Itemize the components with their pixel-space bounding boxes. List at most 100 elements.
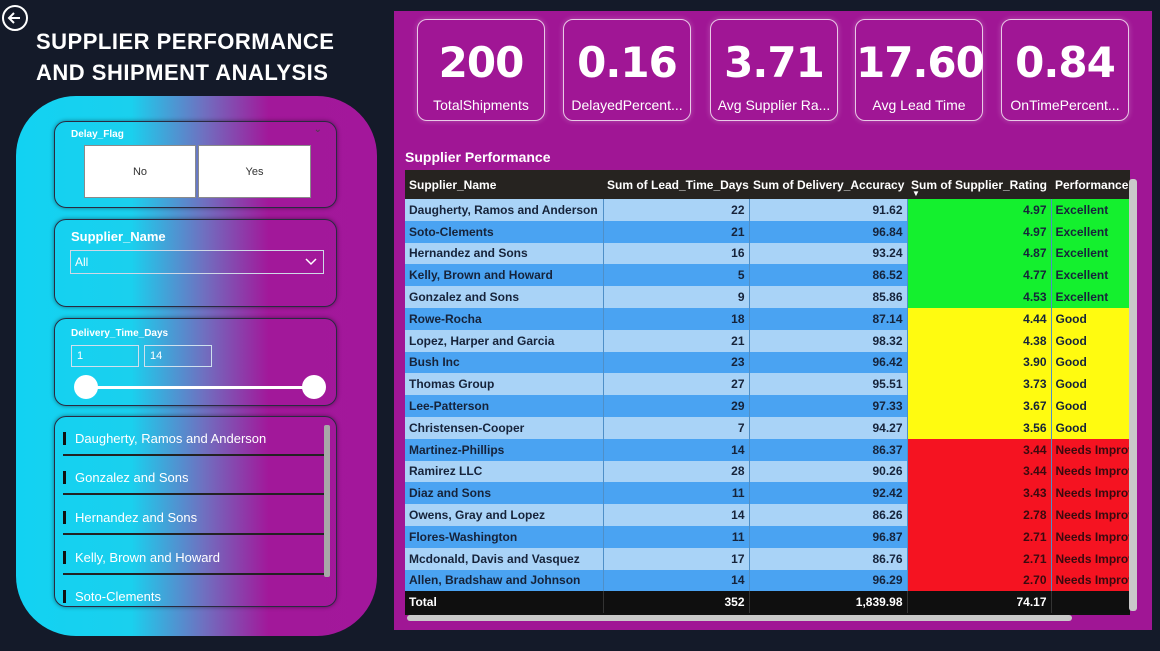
total-cell: 352 [603,591,750,614]
cell-supplier-rating: 2.71 [907,547,1052,570]
cell-supplier-rating: 2.70 [907,569,1052,592]
cell-lead-time: 14 [603,438,750,461]
cell-delivery-accuracy: 94.27 [749,416,908,439]
column-header-delivery-accuracy[interactable]: Sum of Delivery_Accuracy [749,170,907,199]
cell-lead-time: 7 [603,416,750,439]
list-item[interactable]: Hernandez and Sons [63,508,327,535]
table-row[interactable]: Kelly, Brown and Howard 5 86.52 4.77 Excelle… [405,264,1130,287]
cell-performance: Needs Improvement [1051,438,1130,461]
total-cell: 1,839.98 [749,591,908,614]
cell-delivery-accuracy: 86.26 [749,504,908,526]
cell-performance: Needs Improvement [1051,547,1130,570]
cell-performance: Excellent [1051,220,1130,243]
total-cell: Total [405,591,604,614]
cell-performance: Excellent [1051,199,1130,221]
slider-track [85,386,314,389]
cell-supplier-name: Martinez-Phillips [405,438,604,461]
cell-supplier-name: Hernandez and Sons [405,242,604,265]
cell-supplier-name: Daugherty, Ramos and Anderson [405,199,604,221]
table-row[interactable]: Soto-Clements 21 96.84 4.97 Excellent [405,220,1130,243]
cell-performance: Needs Improvement [1051,482,1130,505]
table-row[interactable]: Lee-Patterson 29 97.33 3.67 Good [405,395,1130,417]
cell-delivery-accuracy: 92.42 [749,482,908,505]
back-button[interactable] [2,5,28,31]
table-row[interactable]: Diaz and Sons1192.423.43Needs Improvemen… [405,482,1130,505]
cell-supplier-rating: 3.90 [907,351,1052,374]
kpi-label: Avg Lead Time [872,97,966,113]
delivery-time-min-input[interactable]: 1 [71,345,139,367]
cell-supplier-name: Allen, Bradshaw and Johnson [405,569,604,592]
cell-lead-time: 21 [603,220,750,243]
cell-delivery-accuracy: 91.62 [749,199,908,221]
cell-supplier-name: Thomas Group [405,373,604,396]
cell-lead-time: 27 [603,373,750,396]
kpi-value: 3.71 [724,38,825,87]
table-row[interactable]: Owens, Gray and Lopez 14 86.26 2.78 Needs Im… [405,504,1130,526]
cell-lead-time: 11 [603,525,750,548]
list-item[interactable]: Kelly, Brown and Howard [63,548,327,575]
total-cell [1051,591,1130,614]
delay-flag-no-button[interactable]: No [84,145,196,198]
table-total-row: Total 352 1,839.98 74.17 [405,591,1130,614]
slider-max-handle[interactable] [302,375,326,399]
delivery-time-max-input[interactable]: 14 [144,345,212,367]
table-row[interactable]: Ramirez LLC2890.263.44Needs Improvement [405,460,1130,483]
table-row[interactable]: Christensen-Cooper 7 94.27 3.56 Good [405,416,1130,439]
cell-lead-time: 29 [603,395,750,417]
chevron-down-icon[interactable]: ⌄ [314,124,322,135]
table-row[interactable]: Martinez-Phillips1486.373.44Needs Improv… [405,438,1130,461]
table-row[interactable]: Daugherty, Ramos and Anderson 22 91.62 4.97… [405,199,1130,221]
cell-supplier-rating: 3.44 [907,460,1052,483]
delay-flag-yes-button[interactable]: Yes [198,145,311,198]
list-item[interactable]: Soto-Clements [63,587,327,606]
table-horizontal-scrollbar[interactable] [407,615,1072,621]
table-row[interactable]: Thomas Group 27 95.51 3.73 Good [405,373,1130,396]
cell-lead-time: 11 [603,482,750,505]
list-scrollbar[interactable] [324,425,330,577]
cell-delivery-accuracy: 98.32 [749,329,908,352]
cell-supplier-rating: 2.78 [907,504,1052,526]
list-item[interactable]: Gonzalez and Sons [63,468,327,495]
cell-performance: Needs Improvement [1051,525,1130,548]
column-header-lead-time[interactable]: Sum of Lead_Time_Days [603,170,749,199]
slider-min-handle[interactable] [74,375,98,399]
kpi-label: OnTimePercent... [1010,97,1120,113]
cell-lead-time: 22 [603,199,750,221]
cell-supplier-name: Christensen-Cooper [405,416,604,439]
cell-delivery-accuracy: 90.26 [749,460,908,483]
cell-performance: Good [1051,329,1130,352]
table-title: Supplier Performance [405,149,551,165]
table-row[interactable]: Allen, Bradshaw and Johnson 14 96.29 2.70 Ne… [405,569,1130,592]
cell-delivery-accuracy: 96.42 [749,351,908,374]
cell-supplier-rating: 4.53 [907,286,1052,308]
cell-lead-time: 14 [603,569,750,592]
cell-delivery-accuracy: 87.14 [749,307,908,330]
delay-flag-slicer: Delay_Flag ⌄ No Yes [54,121,337,208]
cell-supplier-rating: 3.43 [907,482,1052,505]
table-row[interactable]: Flores-Washington1196.872.71Needs Improv… [405,525,1130,548]
cell-lead-time: 23 [603,351,750,374]
cell-supplier-name: Rowe-Rocha [405,307,604,330]
cell-lead-time: 17 [603,547,750,570]
table-vertical-scrollbar[interactable] [1129,179,1137,611]
table-row[interactable]: Bush Inc 23 96.42 3.90 Good [405,351,1130,374]
column-header-performance[interactable]: Performance [1051,170,1130,199]
table-row[interactable]: Hernandez and Sons 16 93.24 4.87 Excellent [405,242,1130,265]
cell-supplier-rating: 3.56 [907,416,1052,439]
table-row[interactable]: Rowe-Rocha 18 87.14 4.44 Good [405,307,1130,330]
table-row[interactable]: Lopez, Harper and Garcia 21 98.32 4.38 Good [405,329,1130,352]
table-row[interactable]: Mcdonald, Davis and Vasquez 17 86.76 2.71 Ne… [405,547,1130,570]
column-header-supplier-name[interactable]: Supplier_Name [405,170,603,199]
cell-performance: Needs Improvement [1051,460,1130,483]
cell-lead-time: 18 [603,307,750,330]
cell-supplier-name: Bush Inc [405,351,604,374]
column-header-supplier-rating[interactable]: Sum of Supplier_Rating ▼ [907,170,1051,199]
delay-flag-title: Delay_Flag [71,129,124,140]
cell-supplier-rating: 4.77 [907,264,1052,287]
column-header-label: Sum of Supplier_Rating [911,177,1048,192]
supplier-name-dropdown[interactable]: All [70,250,324,274]
cell-supplier-name: Diaz and Sons [405,482,604,505]
list-item[interactable]: Daugherty, Ramos and Anderson [63,429,327,456]
table-row[interactable]: Gonzalez and Sons 9 85.86 4.53 Excellent [405,286,1130,308]
page-title: SUPPLIER PERFORMANCE AND SHIPMENT ANALYS… [36,29,335,85]
